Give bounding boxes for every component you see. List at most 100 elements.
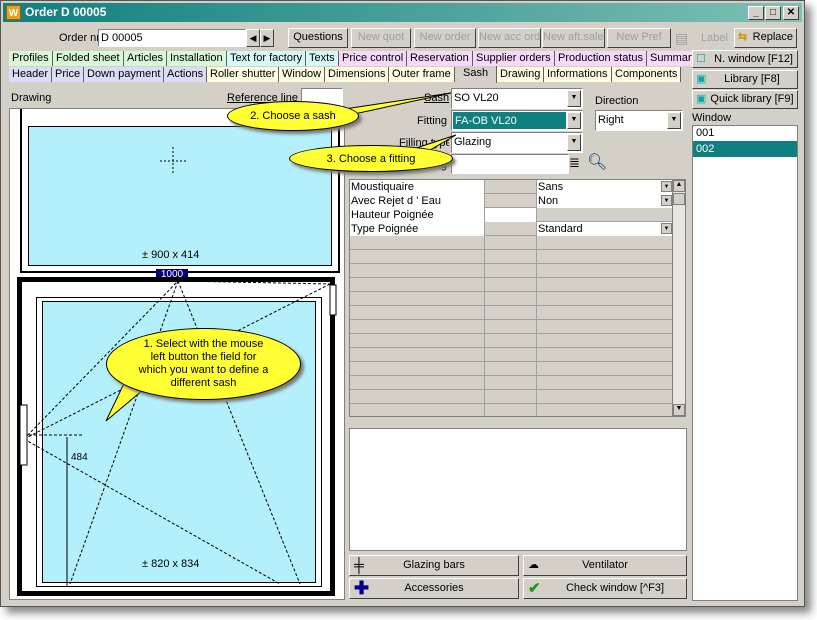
new-order-button[interactable]: New order <box>414 28 476 48</box>
chevron-down-icon[interactable]: ▼ <box>567 90 581 107</box>
tab-roller-shutter[interactable]: Roller shutter <box>207 67 280 82</box>
fourth-input[interactable] <box>451 154 569 174</box>
tab-components[interactable]: Components <box>612 67 682 82</box>
property-value[interactable] <box>537 208 672 222</box>
next-order-button[interactable]: ▶ <box>260 29 274 47</box>
tab-window[interactable]: Window <box>279 67 326 82</box>
window-item-001[interactable]: 001 <box>693 126 797 141</box>
property-row[interactable]: Avec Rejet d ' Eau Non ▼ <box>350 194 672 208</box>
list-icon[interactable]: ≣ <box>569 155 580 171</box>
chevron-down-icon[interactable]: ▼ <box>661 195 672 206</box>
property-extra <box>485 390 537 404</box>
property-extra[interactable] <box>485 194 537 208</box>
minimize-button[interactable]: _ <box>748 6 764 20</box>
property-row[interactable] <box>350 404 672 416</box>
tab-folded-sheet[interactable]: Folded sheet <box>53 51 124 66</box>
ventilator-button[interactable]: ☁ Ventilator <box>523 555 687 576</box>
replace-button[interactable]: ⇆ Replace <box>734 28 797 48</box>
property-extra[interactable] <box>485 222 537 236</box>
property-row[interactable] <box>350 250 672 264</box>
property-row[interactable]: Moustiquaire Sans ▼ <box>350 180 672 194</box>
property-name[interactable]: Type Poignée <box>350 222 485 236</box>
property-row[interactable] <box>350 278 672 292</box>
property-row[interactable] <box>350 264 672 278</box>
fitting-select[interactable]: FA-OB VL20 ▼ <box>451 110 583 131</box>
property-value[interactable]: Standard <box>537 222 672 236</box>
tab-production-status[interactable]: Production status <box>555 51 647 66</box>
accessories-button[interactable]: ✚ Accessories <box>349 578 519 599</box>
check-window-button[interactable]: ✔ Check window [^F3] <box>523 578 687 599</box>
property-name[interactable]: Hauteur Poignée <box>350 208 485 222</box>
chevron-down-icon[interactable]: ▼ <box>661 181 672 192</box>
property-name <box>350 250 485 264</box>
new-aft-sales-button[interactable]: New aft.sales <box>542 28 605 48</box>
property-row[interactable] <box>350 306 672 320</box>
tab-installation[interactable]: Installation <box>167 51 227 66</box>
tab-sash[interactable]: Sash <box>455 66 498 83</box>
property-row[interactable]: Hauteur Poignée <box>350 208 672 222</box>
property-row[interactable] <box>350 320 672 334</box>
scroll-up-icon[interactable]: ▲ <box>673 180 685 192</box>
property-row[interactable] <box>350 236 672 250</box>
prev-order-button[interactable]: ◀ <box>246 29 260 47</box>
tab-articles[interactable]: Articles <box>124 51 168 66</box>
tab-price-control[interactable]: Price control <box>339 51 408 66</box>
chevron-down-icon[interactable]: ▼ <box>567 134 581 151</box>
chevron-down-icon[interactable]: ▼ <box>661 223 672 234</box>
property-row[interactable] <box>350 376 672 390</box>
window-item-002[interactable]: 002 <box>693 141 797 157</box>
tab-price[interactable]: Price <box>52 67 85 82</box>
label-button[interactable]: Label <box>701 32 728 44</box>
window-list-label: Window <box>692 112 732 124</box>
glazing-bars-icon: ╪ <box>354 557 364 573</box>
tab-actions[interactable]: Actions <box>164 67 208 82</box>
property-value[interactable]: Sans <box>537 180 672 194</box>
new-quot-button[interactable]: New quot <box>351 28 411 48</box>
property-row[interactable] <box>350 362 672 376</box>
scroll-thumb[interactable] <box>673 193 685 205</box>
tab-profiles[interactable]: Profiles <box>9 51 53 66</box>
notes-textarea[interactable] <box>349 428 687 551</box>
property-row[interactable] <box>350 390 672 404</box>
filling-type-select[interactable]: Glazing ▼ <box>451 132 583 153</box>
grid-scrollbar[interactable]: ▲ ▼ <box>672 179 686 417</box>
property-row[interactable] <box>350 334 672 348</box>
properties-grid[interactable]: Moustiquaire Sans ▼ Avec Rejet d ' Eau Non ▼ H… <box>349 179 673 417</box>
chevron-down-icon[interactable]: ▼ <box>567 112 581 129</box>
quick-library-button[interactable]: ▣ Quick library [F9] <box>692 90 798 109</box>
property-name[interactable]: Moustiquaire <box>350 180 485 194</box>
property-value <box>537 306 672 320</box>
direction-select[interactable]: Right ▼ <box>595 110 683 131</box>
tab-drawing[interactable]: Drawing <box>497 67 545 82</box>
property-row[interactable]: Type Poignée Standard ▼ <box>350 222 672 236</box>
window-list[interactable]: 001 002 <box>692 125 798 601</box>
sash-select[interactable]: SO VL20 ▼ <box>451 88 583 109</box>
glazing-bars-button[interactable]: ╪ Glazing bars <box>349 555 519 576</box>
scroll-down-icon[interactable]: ▼ <box>673 404 685 416</box>
property-row[interactable] <box>350 348 672 362</box>
tab-text-for-factory[interactable]: Text for factory <box>227 51 307 66</box>
property-row[interactable] <box>350 292 672 306</box>
new-acc-ord-button[interactable]: New acc ord <box>478 28 541 48</box>
property-extra[interactable] <box>485 208 537 222</box>
new-pref-button[interactable]: New Pref <box>607 28 671 48</box>
tab-informations[interactable]: Informations <box>544 67 612 82</box>
maximize-button[interactable]: □ <box>765 6 781 20</box>
property-extra[interactable] <box>485 180 537 194</box>
tab-supplier-orders[interactable]: Supplier orders <box>473 51 555 66</box>
tab-reservation[interactable]: Reservation <box>407 51 473 66</box>
order-nr-input[interactable]: D 00005 <box>98 29 246 47</box>
questions-button[interactable]: Questions <box>288 28 348 48</box>
search-icon[interactable]: 🔍︎ <box>587 152 607 172</box>
tab-texts[interactable]: Texts <box>306 51 339 66</box>
tab-header[interactable]: Header <box>9 67 53 82</box>
property-value[interactable]: Non <box>537 194 672 208</box>
library-button[interactable]: ▣ Library [F8] <box>692 70 798 89</box>
close-button[interactable]: ✕ <box>783 6 799 20</box>
chevron-down-icon[interactable]: ▼ <box>667 112 681 129</box>
new-window-button[interactable]: ☐ N. window [F12] <box>692 50 798 68</box>
tab-dimensions[interactable]: Dimensions <box>325 67 390 82</box>
tab-down-payment[interactable]: Down payment <box>84 67 165 82</box>
property-name[interactable]: Avec Rejet d ' Eau <box>350 194 485 208</box>
tab-outer-frame[interactable]: Outer frame <box>389 67 455 82</box>
